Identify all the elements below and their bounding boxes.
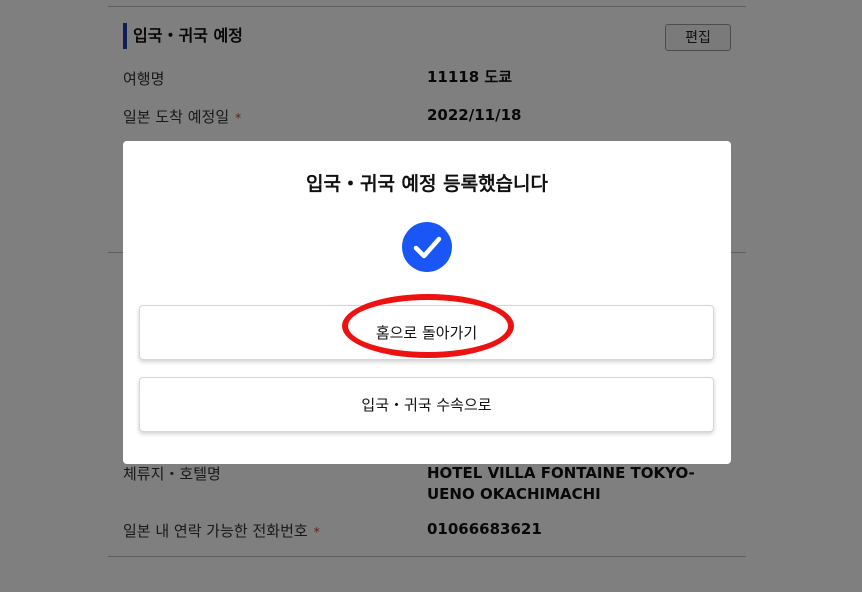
entry-procedure-button[interactable]: 입국・귀국 수속으로	[139, 377, 714, 432]
check-circle-icon	[402, 222, 452, 272]
page: 입국・귀국 예정 편집 여행명 11118 도쿄 일본 도착 예정일* 2022…	[0, 0, 862, 592]
home-button[interactable]: 홈으로 돌아가기	[139, 305, 714, 360]
success-modal: 입국・귀국 예정 등록했습니다 홈으로 돌아가기 입국・귀국 수속으로	[123, 141, 731, 464]
modal-title: 입국・귀국 예정 등록했습니다	[306, 173, 548, 195]
